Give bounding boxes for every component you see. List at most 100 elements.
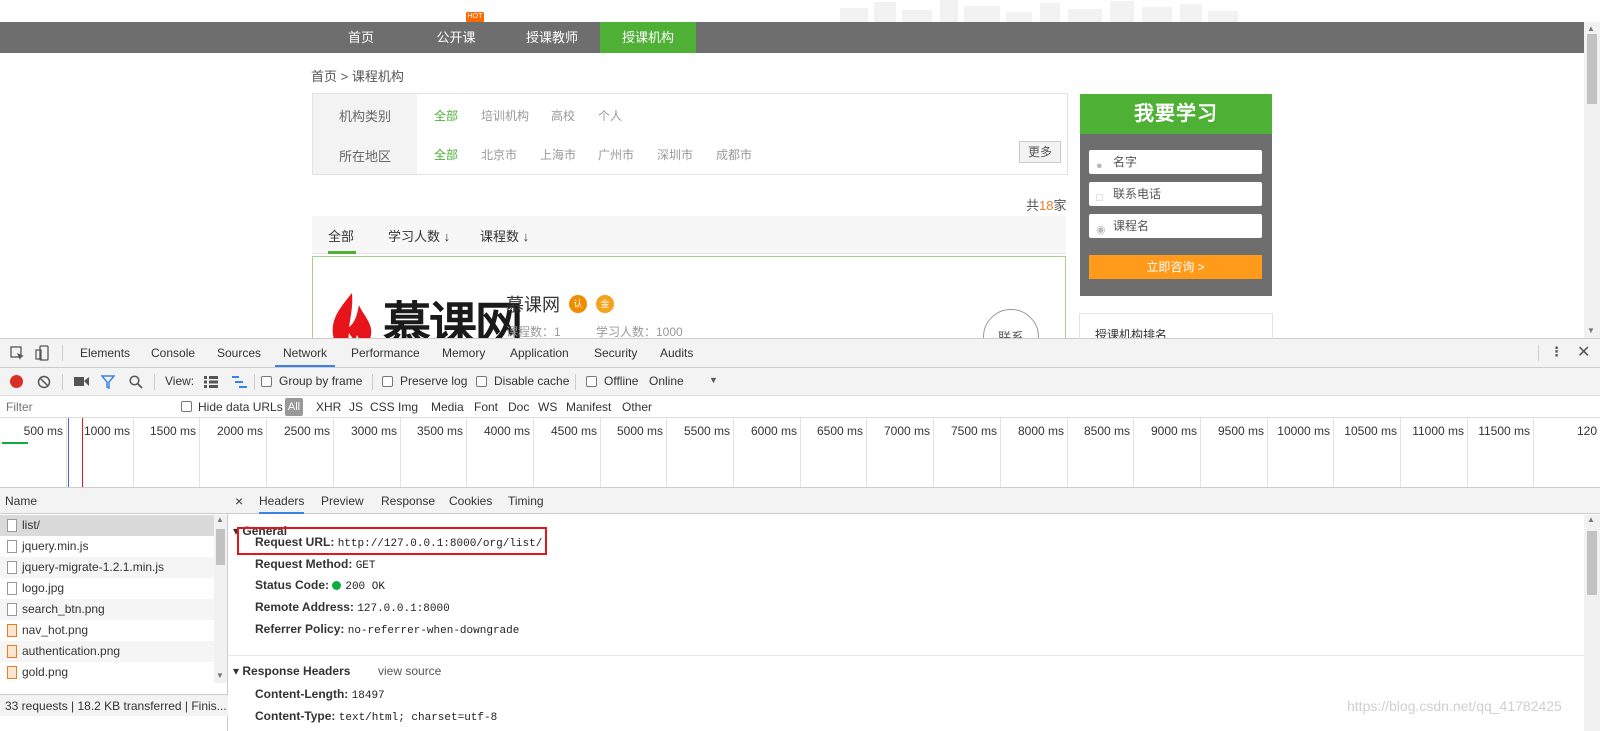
filter-input[interactable]: [2, 398, 166, 416]
network-filter-bar: Hide data URLs All XHR JS CSS Img Media …: [0, 396, 1600, 418]
category-option-university[interactable]: 高校: [551, 107, 575, 124]
filter-type-img[interactable]: Img: [398, 400, 418, 414]
scroll-up-arrow-icon[interactable]: ▲: [1587, 24, 1595, 33]
details-scroll-thumb[interactable]: [1587, 531, 1597, 595]
device-toolbar-icon[interactable]: [35, 345, 50, 361]
tab-network[interactable]: Network: [275, 339, 336, 367]
request-row[interactable]: list/: [0, 515, 214, 536]
throttling-select[interactable]: Online: [649, 374, 684, 388]
details-scrollbar[interactable]: ▲: [1584, 515, 1600, 731]
request-row[interactable]: jquery-migrate-1.2.1.min.js: [0, 557, 214, 578]
category-option-all[interactable]: 全部: [434, 107, 458, 124]
sort-bar: 全部 学习人数 ↓ 课程数 ↓: [312, 216, 1066, 254]
scroll-down-arrow-icon[interactable]: ▼: [216, 671, 224, 680]
filter-type-other[interactable]: Other: [622, 400, 652, 414]
name-column-header[interactable]: Name: [0, 488, 228, 514]
tab-headers[interactable]: Headers: [259, 488, 305, 514]
chevron-down-icon[interactable]: ▼: [709, 375, 718, 385]
region-option-guangzhou[interactable]: 广州市: [598, 146, 634, 163]
tab-performance[interactable]: Performance: [351, 339, 420, 367]
view-source-link[interactable]: view source: [378, 664, 441, 678]
tab-elements[interactable]: Elements: [80, 339, 130, 367]
record-icon[interactable]: [10, 375, 23, 388]
waterfall-overview-icon[interactable]: [232, 376, 247, 388]
filter-type-manifest[interactable]: Manifest: [566, 400, 611, 414]
clear-icon[interactable]: [37, 375, 51, 389]
filter-icon[interactable]: [101, 375, 115, 389]
category-option-individual[interactable]: 个人: [598, 107, 622, 124]
scroll-up-arrow-icon[interactable]: ▲: [216, 515, 224, 524]
nav-open-course[interactable]: 公开课: [428, 22, 484, 53]
close-devtools-icon[interactable]: ✕: [1577, 342, 1590, 362]
capture-screenshots-icon[interactable]: [74, 376, 89, 387]
header-value: http://127.0.0.1:8000/org/list/: [337, 538, 543, 550]
tab-security[interactable]: Security: [594, 339, 637, 367]
search-icon[interactable]: [129, 375, 143, 389]
request-row[interactable]: jquery.min.js: [0, 536, 214, 557]
page-scrollbar[interactable]: ▲ ▼: [1584, 22, 1600, 338]
filter-type-js[interactable]: JS: [349, 400, 363, 414]
group-by-frame-checkbox[interactable]: [261, 376, 272, 387]
tab-response[interactable]: Response: [381, 488, 435, 514]
offline-checkbox[interactable]: [586, 376, 597, 387]
request-list-scrollbar[interactable]: ▲ ▼: [214, 515, 227, 683]
name-input[interactable]: ● 名字: [1089, 150, 1262, 174]
course-input[interactable]: ◉ 课程名: [1089, 214, 1262, 238]
request-row[interactable]: nav_hot.png: [0, 620, 214, 641]
filter-type-css[interactable]: CSS: [370, 400, 395, 414]
category-option-training[interactable]: 培训机构: [481, 107, 529, 124]
page-scroll-thumb[interactable]: [1587, 34, 1597, 104]
filter-type-media[interactable]: Media: [431, 400, 464, 414]
org-logo-text[interactable]: 慕课网: [383, 285, 523, 338]
more-button[interactable]: 更多: [1019, 141, 1061, 163]
consult-button[interactable]: 立即咨询 >: [1089, 255, 1262, 279]
region-option-all[interactable]: 全部: [434, 146, 458, 163]
tab-preview[interactable]: Preview: [321, 488, 364, 514]
tab-memory[interactable]: Memory: [442, 339, 485, 367]
nav-organizations[interactable]: 授课机构: [600, 22, 696, 53]
request-row[interactable]: authentication.png: [0, 641, 214, 662]
region-option-shanghai[interactable]: 上海市: [540, 146, 576, 163]
request-row[interactable]: search_btn.png: [0, 599, 214, 620]
large-rows-icon[interactable]: [204, 376, 218, 388]
close-details-icon[interactable]: ×: [235, 488, 243, 514]
tab-cookies[interactable]: Cookies: [449, 488, 492, 514]
hide-data-urls-checkbox[interactable]: [181, 401, 192, 412]
tab-application[interactable]: Application: [510, 339, 569, 367]
tab-sources[interactable]: Sources: [217, 339, 261, 367]
filter-type-xhr[interactable]: XHR: [316, 400, 341, 414]
filter-type-all[interactable]: All: [285, 398, 303, 416]
response-headers-toggle[interactable]: ▾ Response Headers: [233, 664, 350, 678]
tab-audits[interactable]: Audits: [660, 339, 693, 367]
org-name[interactable]: 慕课网: [506, 291, 560, 317]
inspect-element-icon[interactable]: [10, 346, 25, 361]
scroll-down-arrow-icon[interactable]: ▼: [1587, 326, 1595, 335]
region-option-beijing[interactable]: 北京市: [481, 146, 517, 163]
tab-timing[interactable]: Timing: [508, 488, 544, 514]
request-row[interactable]: gold.png: [0, 662, 214, 683]
request-list-scroll-thumb[interactable]: [216, 529, 225, 565]
timeline-gridline: [1467, 418, 1468, 487]
nav-home[interactable]: 首页: [333, 22, 389, 53]
filter-type-doc[interactable]: Doc: [508, 400, 529, 414]
request-row[interactable]: logo.jpg: [0, 578, 214, 599]
preserve-log-checkbox[interactable]: [382, 376, 393, 387]
region-option-shenzhen[interactable]: 深圳市: [657, 146, 693, 163]
disable-cache-checkbox[interactable]: [476, 376, 487, 387]
phone-input[interactable]: □ 联系电话: [1089, 182, 1262, 206]
scroll-up-arrow-icon[interactable]: ▲: [1587, 515, 1595, 524]
sort-tab-all[interactable]: 全部: [328, 226, 354, 245]
nav-teachers[interactable]: 授课教师: [519, 22, 585, 53]
contact-button[interactable]: 联系: [983, 309, 1039, 338]
org-logo-flame-icon[interactable]: [329, 293, 375, 338]
filter-type-ws[interactable]: WS: [538, 400, 557, 414]
tab-console[interactable]: Console: [151, 339, 195, 367]
region-option-chengdu[interactable]: 成都市: [716, 146, 752, 163]
breadcrumb[interactable]: 首页 > 课程机构: [311, 66, 404, 85]
phone-icon: □: [1096, 192, 1103, 204]
filter-type-font[interactable]: Font: [474, 400, 498, 414]
sort-tab-courses[interactable]: 课程数 ↓: [480, 226, 529, 245]
sort-tab-students[interactable]: 学习人数 ↓: [388, 226, 450, 245]
more-menu-icon[interactable]: ⋮: [1550, 344, 1563, 360]
network-overview-timeline[interactable]: 500 ms 1000 ms 1500 ms 2000 ms 2500 ms 3000 m…: [0, 418, 1600, 488]
